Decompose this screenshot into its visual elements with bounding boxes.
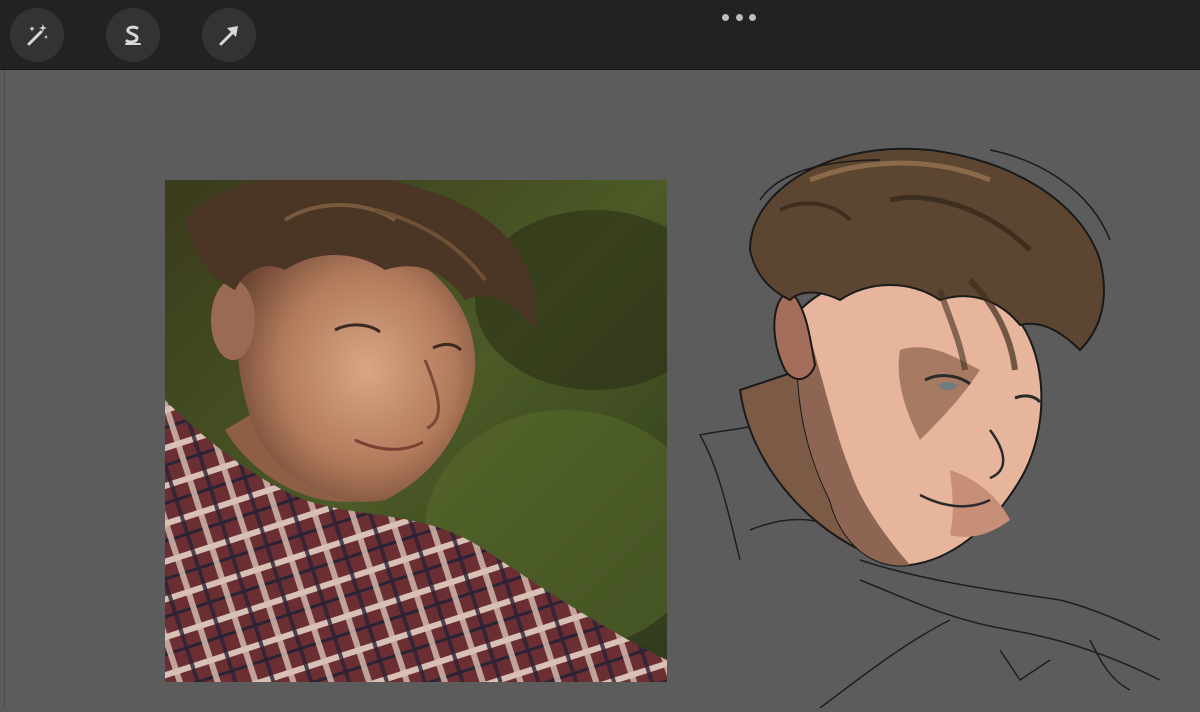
painting-artwork[interactable] [690, 140, 1180, 709]
more-options-button[interactable] [722, 11, 756, 23]
selection-button[interactable] [106, 8, 160, 62]
magic-wand-icon [22, 20, 52, 50]
arrow-cursor-icon [214, 20, 244, 50]
reference-photo[interactable] [165, 180, 667, 682]
ellipsis-icon [722, 13, 729, 21]
selection-s-icon [118, 20, 148, 50]
transform-button[interactable] [202, 8, 256, 62]
adjustments-button[interactable] [10, 8, 64, 62]
top-toolbar [0, 0, 1200, 70]
